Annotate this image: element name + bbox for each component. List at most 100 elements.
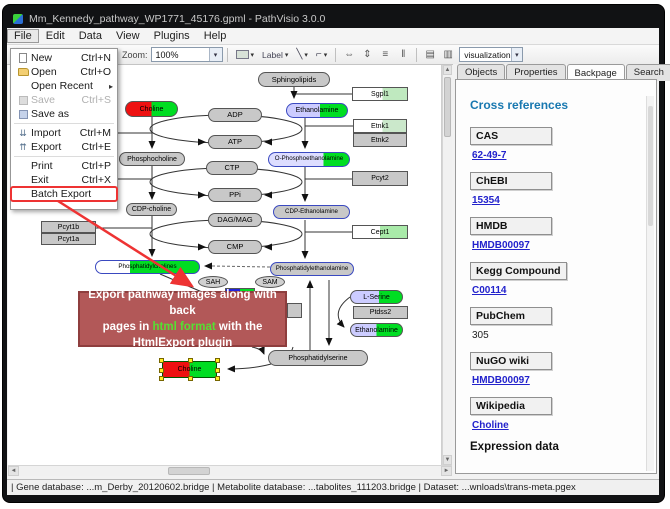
node-phosphatidylethanolamine[interactable]: Phosphatidylethanolamine [270, 262, 354, 276]
xref-header: ChEBI [470, 172, 552, 190]
menu-edit[interactable]: Edit [39, 29, 72, 43]
node-phosphocholine[interactable]: Phosphocholine [119, 152, 185, 166]
gene-node-cept1[interactable]: Cept1 [352, 225, 408, 239]
selection-handle[interactable] [159, 376, 164, 381]
zoom-value: 100% [156, 50, 179, 60]
add-connector-button[interactable]: ⌐ ▾ [312, 47, 331, 63]
canvas-vertical-scrollbar[interactable]: ▲ ▼ [442, 65, 452, 465]
menu-item-print[interactable]: Print Ctrl+P [11, 159, 117, 173]
zoom-combobox[interactable]: 100% ▾ [151, 47, 223, 62]
menu-help[interactable]: Help [197, 29, 234, 43]
menu-file[interactable]: File [7, 29, 39, 43]
selection-handle[interactable] [188, 376, 193, 381]
scrollbar-thumb[interactable] [168, 467, 210, 475]
stack-horizontal-button[interactable]: ‖ [394, 47, 412, 63]
xref-link[interactable]: HMDB00097 [472, 375, 656, 386]
pathvisio-window: Mm_Kennedy_pathway_WP1771_45176.gpml - P… [0, 0, 670, 509]
node-l-serine[interactable]: L-Serine [350, 290, 403, 304]
selection-handle[interactable] [159, 368, 164, 373]
node-cmp[interactable]: CMP [208, 240, 262, 254]
callout-highlight: html format [152, 321, 215, 333]
gene-node-partially-hidden[interactable] [287, 303, 302, 318]
xref-header: NuGO wiki [470, 352, 552, 370]
selection-handle[interactable] [188, 358, 193, 363]
scroll-right-icon[interactable]: ► [441, 466, 452, 476]
gene-node-etnk1[interactable]: Etnk1 [353, 119, 407, 133]
xref-link[interactable]: C00114 [472, 285, 656, 296]
chevron-down-icon: ▾ [304, 51, 308, 59]
chevron-down-icon[interactable]: ▾ [209, 48, 222, 61]
menu-item-export[interactable]: ⇈ Export Ctrl+E [11, 140, 117, 154]
datanode-icon [236, 50, 249, 59]
node-sphingolipids[interactable]: Sphingolipids [258, 72, 330, 87]
node-cdp-choline[interactable]: CDP-choline [126, 203, 177, 216]
scroll-down-icon[interactable]: ▼ [443, 455, 452, 465]
menu-item-save-as[interactable]: Save as [11, 107, 117, 121]
selection-handle[interactable] [215, 376, 220, 381]
node-choline-selected[interactable]: Choline [162, 361, 217, 378]
menu-item-new[interactable]: New Ctrl+N [11, 51, 117, 65]
canvas-horizontal-scrollbar[interactable]: ◄ ► [8, 465, 452, 476]
xref-link[interactable]: Choline [472, 420, 656, 431]
xref-header: PubChem [470, 307, 552, 325]
node-ppi[interactable]: PPi [208, 188, 262, 202]
gene-node-pcyt2[interactable]: Pcyt2 [352, 171, 408, 186]
xref-section-pubchem: PubChem 305 [470, 306, 656, 341]
save-icon [15, 96, 31, 105]
node-ethanolamine-bottom[interactable]: Ethanolamine [350, 323, 403, 337]
stack-vertical-button[interactable]: ≡ [376, 47, 394, 63]
menu-item-open[interactable]: Open Ctrl+O [11, 65, 117, 79]
align-vertical-button[interactable]: ⇕ [358, 47, 376, 63]
status-bar-wrap: | Gene database: ...m_Derby_20120602.bri… [7, 479, 659, 495]
menu-bar: File Edit Data View Plugins Help [7, 28, 659, 45]
common-shapes-button[interactable]: ▤ [421, 47, 439, 63]
gene-node-pcyt1b[interactable]: Pcyt1b [41, 221, 96, 233]
xref-link[interactable]: 62-49-7 [472, 150, 656, 161]
gene-node-sgpl1[interactable]: Sgpl1 [352, 87, 408, 101]
gene-node-pcyt1a[interactable]: Pcyt1a [41, 233, 96, 245]
toolbar-separator [335, 48, 336, 62]
xref-header: Kegg Compound [470, 262, 567, 280]
cross-references-heading: Cross references [470, 98, 656, 112]
menu-view[interactable]: View [109, 29, 147, 43]
node-phosphatidylcholines[interactable]: Phosphatidylcholines [95, 260, 200, 274]
xref-link[interactable]: 15354 [472, 195, 656, 206]
gene-node-etnk2[interactable]: Etnk2 [353, 133, 407, 147]
gene-node-ptdss2[interactable]: Ptdss2 [353, 306, 408, 319]
node-choline[interactable]: Choline [125, 101, 178, 117]
node-o-phosphoethanolamine[interactable]: O-Phosphoethanolamine [268, 152, 350, 167]
menu-plugins[interactable]: Plugins [147, 29, 197, 43]
title-bar[interactable]: Mm_Kennedy_pathway_WP1771_45176.gpml - P… [7, 9, 656, 28]
menu-item-exit[interactable]: Exit Ctrl+X [11, 173, 117, 187]
scroll-up-icon[interactable]: ▲ [443, 65, 452, 75]
templates-button[interactable]: ▥ [439, 47, 457, 63]
node-dag-mag[interactable]: DAG/MAG [208, 213, 262, 227]
menu-item-batch-export[interactable]: Batch Export [11, 187, 117, 201]
scrollbar-thumb[interactable] [444, 77, 451, 137]
node-ethanolamine[interactable]: Ethanolamine [286, 103, 348, 118]
node-adp[interactable]: ADP [208, 108, 262, 122]
selection-handle[interactable] [215, 368, 220, 373]
add-line-button[interactable]: ╲ ▾ [292, 47, 312, 63]
menu-item-save[interactable]: Save Ctrl+S [11, 93, 117, 107]
node-ctp[interactable]: CTP [206, 161, 258, 175]
chevron-down-icon[interactable]: ▾ [511, 48, 523, 61]
callout-line1: Export pathway images along with back [80, 287, 285, 319]
xref-link[interactable]: HMDB00097 [472, 240, 656, 251]
node-phosphatidylserine[interactable]: Phosphatidylserine [268, 350, 368, 366]
add-datanode-button[interactable]: ▾ [232, 47, 259, 63]
scroll-left-icon[interactable]: ◄ [8, 466, 19, 476]
align-horizontal-button[interactable]: ⇔ [340, 47, 358, 63]
sidebar-scrollbar[interactable] [646, 96, 654, 471]
visualization-combobox[interactable]: visualization ▾ [459, 47, 523, 62]
selection-handle[interactable] [159, 358, 164, 363]
add-label-button[interactable]: Label ▾ [258, 47, 292, 63]
node-atp[interactable]: ATP [208, 135, 262, 149]
selection-handle[interactable] [215, 358, 220, 363]
window-title: Mm_Kennedy_pathway_WP1771_45176.gpml - P… [29, 13, 325, 25]
scrollbar-thumb[interactable] [648, 106, 653, 226]
menu-data[interactable]: Data [72, 29, 109, 43]
menu-item-import[interactable]: ⇊ Import Ctrl+M [11, 126, 117, 140]
menu-item-open-recent[interactable]: Open Recent ▸ [11, 79, 117, 93]
node-cdp-ethanolamine[interactable]: CDP-Ethanolamine [273, 205, 350, 219]
